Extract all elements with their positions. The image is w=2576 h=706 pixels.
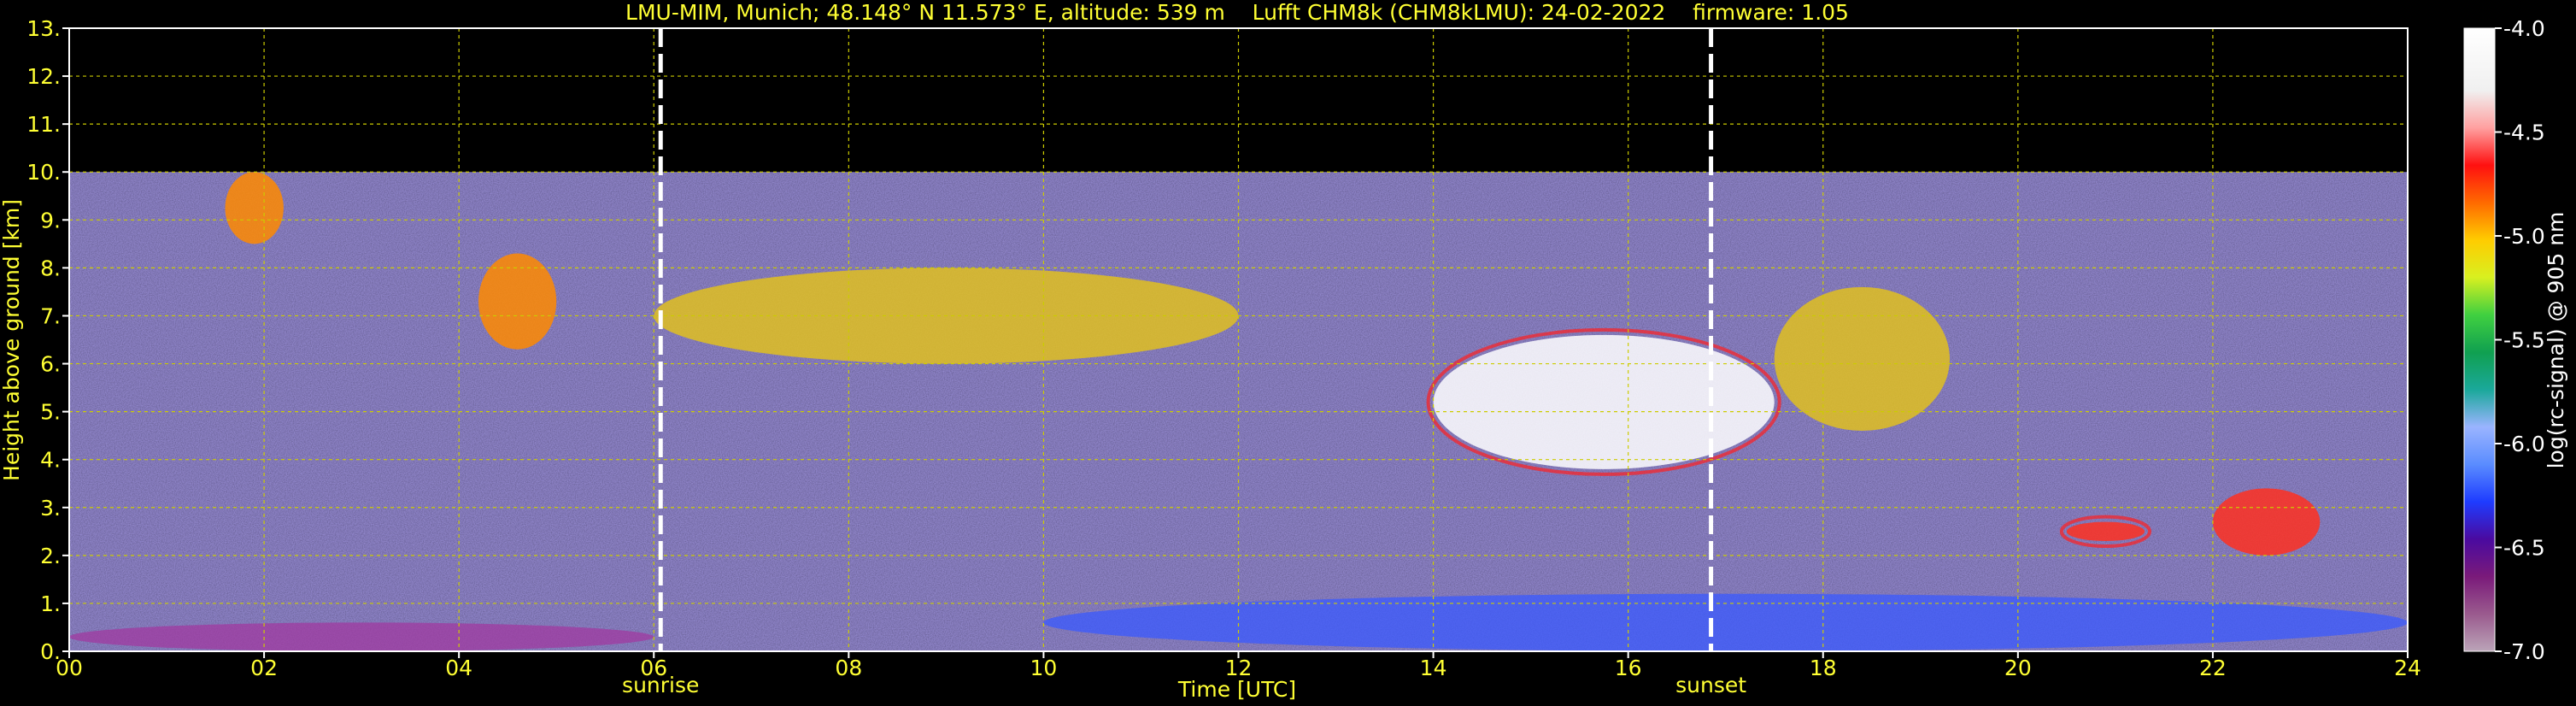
- y-tick-label: 7.: [40, 303, 61, 328]
- colorbar-tick-label: -7.0: [2503, 639, 2545, 664]
- chart-title: LMU-MIM, Munich; 48.148° N 11.573° E, al…: [625, 0, 1849, 25]
- y-tick-label: 12.: [26, 64, 61, 89]
- y-tick-label: 8.: [40, 256, 61, 280]
- y-axis-ticks: 0. 1. 2. 3. 4. 5. 6. 7. 8. 9. 10. 11. 12. 13.: [26, 16, 69, 664]
- y-tick-label: 2.: [40, 544, 61, 568]
- x-tick-label: 22: [2199, 656, 2227, 680]
- plot-area: [68, 27, 2409, 652]
- feature-cirrus_evening: [1774, 286, 1951, 432]
- colorbar-tick-label: -4.5: [2503, 121, 2545, 145]
- y-tick-label: 0.: [40, 639, 61, 664]
- feature-cirrus_0430: [478, 253, 557, 350]
- y-tick-label: 3.: [40, 496, 61, 521]
- feature-cirrus_thick: [1433, 334, 1775, 469]
- feature-cirrus_high: [225, 172, 284, 244]
- x-axis-label: Time [UTC]: [1177, 677, 1296, 702]
- ceilometer-chart: sunrise sunset 00 02 04 06 08 10 12 14 16 18 20 22 24…: [0, 0, 2568, 702]
- colorbar-tick-label: -6.5: [2503, 536, 2545, 561]
- y-tick-label: 13.: [26, 16, 61, 41]
- y-tick-label: 6.: [40, 352, 61, 377]
- x-tick-label: 24: [2394, 656, 2421, 680]
- y-tick-label: 5.: [40, 400, 61, 425]
- y-tick-label: 9.: [40, 208, 61, 232]
- colorbar-tick-label: -4.0: [2503, 16, 2545, 41]
- y-tick-label: 4.: [40, 448, 61, 473]
- x-tick-label: 06: [640, 656, 667, 680]
- feature-cloud_low_2: [2212, 488, 2321, 556]
- colorbar-tick-label: -5.5: [2503, 328, 2545, 353]
- colorbar-ticks: -4.0 -4.5 -5.0 -5.5 -6.0 -6.5 -7.0: [2495, 16, 2545, 664]
- feature-cloud_low_1: [2066, 521, 2145, 542]
- x-tick-label: 18: [1810, 656, 1837, 680]
- x-tick-label: 08: [835, 656, 862, 680]
- sunset-label: sunset: [1675, 673, 1746, 697]
- colorbar-gradient: [2463, 27, 2496, 652]
- colorbar-label: log(rc-signal) @ 905 nm: [2544, 212, 2568, 469]
- y-axis-label: Height above ground [km]: [0, 199, 24, 481]
- x-axis-ticks: 00 02 04 06 08 10 12 14 16 18 20 22 24: [56, 651, 2421, 680]
- colorbar-tick-label: -6.0: [2503, 432, 2545, 456]
- x-tick-label: 04: [445, 656, 472, 680]
- feature-boundary_layer_night: [69, 622, 654, 651]
- colorbar-tick-label: -5.0: [2503, 224, 2545, 249]
- y-tick-label: 11.: [26, 112, 61, 137]
- x-tick-label: 16: [1615, 656, 1642, 680]
- y-tick-label: 1.: [40, 591, 61, 616]
- x-tick-label: 14: [1420, 656, 1447, 680]
- feature-boundary_layer_day: [1043, 593, 2408, 651]
- y-tick-label: 10.: [26, 160, 61, 185]
- x-tick-label: 10: [1030, 656, 1058, 680]
- x-tick-label: 02: [250, 656, 278, 680]
- colorbar: -4.0 -4.5 -5.0 -5.5 -6.0 -6.5 -7.0 log(rc-sign…: [2463, 16, 2568, 664]
- x-tick-label: 20: [2004, 656, 2032, 680]
